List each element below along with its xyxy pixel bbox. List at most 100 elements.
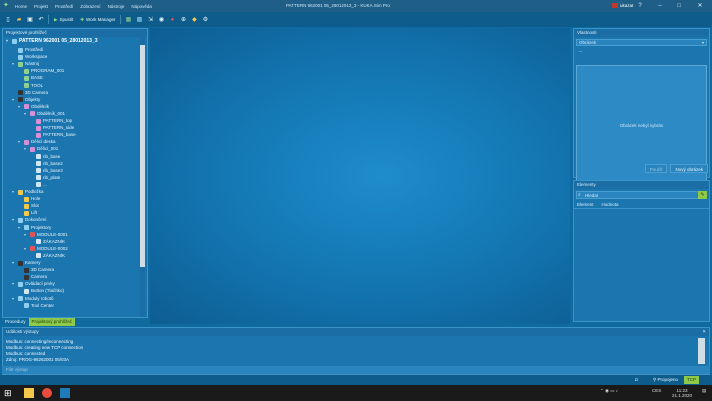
tree-item-icon [18,189,23,195]
tree-item-icon [24,288,29,294]
box-icon[interactable]: ◆ [190,16,198,24]
menu-item-zobrazeni[interactable]: Zobrazení [80,4,100,9]
tree-item-icon [18,296,23,301]
tree-item-icon [24,83,29,88]
tab-project-browser[interactable]: Projektový prohlížeč [28,318,76,326]
undo-icon[interactable]: ↶ [37,16,45,24]
camera-icon[interactable]: ◘ [632,376,641,384]
open-folder-icon[interactable]: ▰ [15,16,23,24]
chevron-down-icon[interactable]: ▾ [24,110,28,118]
chevron-down-icon[interactable]: ▾ [18,138,22,146]
image-select[interactable]: Obrázek ▾ [576,39,707,46]
tree-item-label: Tool Center [31,302,55,308]
chevron-down-icon[interactable]: ▾ [18,224,22,232]
connect-button[interactable]: ▶ Spustit [52,17,75,23]
maximize-icon[interactable]: □ [675,2,683,10]
tree-item-icon [30,232,35,238]
notifications-icon[interactable]: ▤ [702,388,706,393]
tree-item-icon [24,267,29,273]
chevron-down-icon: ▾ [701,40,704,45]
image-subfield: -- [576,48,707,55]
new-image-button[interactable]: Nový obrázek [670,164,708,173]
tree-item-icon [18,260,23,266]
chevron-down-icon[interactable]: ▾ [12,96,16,104]
target-icon[interactable]: ⊕ [179,16,187,24]
tree-scrollbar[interactable] [140,37,145,317]
user-name: ukazat [620,3,634,8]
menu-item-projekt[interactable]: Projekt [34,4,48,9]
chevron-down-icon[interactable]: ▾ [24,145,28,153]
tree-item-icon [36,239,41,245]
chevron-down-icon[interactable]: ▾ [18,103,22,111]
menu-item-nastroje[interactable]: Nástroje [108,4,125,9]
main-menu: Home Projekt Prostředí Zobrazení Nástroj… [15,4,152,9]
windows-taskbar: ⊞ ⌃ ◉ ▭ ♪ CES 11:23 21.1.2020 ▤ [0,385,712,401]
event-log-title-text: Události výstupy [6,329,39,334]
menu-item-home[interactable]: Home [15,4,27,9]
transform-icon[interactable]: ⇲ [146,16,154,24]
search-icon: ⌕ [578,192,581,198]
image-subfield-value: -- [579,49,582,54]
close-icon[interactable]: ✕ [702,328,706,336]
search-input[interactable]: Hledat [585,193,598,198]
scrollbar-thumb[interactable] [140,45,145,267]
window-title: PATTERN 962001 05_28012013_3 - KUKA.Sim … [286,3,390,8]
column-element[interactable]: Element [577,201,594,208]
chrome-icon[interactable] [42,388,52,398]
chevron-down-icon[interactable]: ▾ [24,231,28,239]
toolbar-divider [120,15,122,24]
chevron-down-icon[interactable]: ▾ [24,245,28,253]
chevron-down-icon[interactable]: ▾ [12,295,16,303]
close-icon[interactable]: ✕ [696,2,704,10]
elements-search[interactable]: ⌕ Hledat ✎ [576,191,707,199]
help-icon[interactable]: ? [636,2,644,10]
save-icon[interactable]: ▣ [26,16,34,24]
settings-icon[interactable]: ⚙ [201,16,209,24]
avatar [612,3,618,9]
tree-root[interactable]: ▾ PATTERN 962001 05_28012013_3 [6,37,97,45]
eye-icon[interactable]: ◉ [157,16,165,24]
new-file-icon[interactable]: ▯ [4,16,12,24]
language-indicator[interactable]: CES [652,388,661,393]
tree-item[interactable]: Tool Center [18,302,54,310]
tree-item-icon [24,274,29,280]
tree-item-label: ... [43,181,47,187]
connection-status[interactable]: ⚲ Propojeno [650,376,681,384]
log-scrollbar[interactable] [698,338,705,364]
play-icon: ▶ [54,16,58,22]
tab-procedury[interactable]: Procedury [2,318,29,326]
tools-icon: ✚ [80,16,85,22]
chevron-down-icon[interactable]: ▾ [12,280,16,288]
elements-title: Elementy [574,181,709,189]
layout-icon[interactable]: ▦ [124,16,132,24]
kuka-sim-icon[interactable] [60,388,70,398]
clock[interactable]: 11:23 21.1.2020 [672,388,692,398]
grid-icon[interactable]: ▩ [135,16,143,24]
tree-item-icon [36,132,41,138]
chevron-down-icon[interactable]: ▾ [12,60,16,68]
chevron-down-icon[interactable]: ▾ [12,188,16,196]
file-explorer-icon[interactable] [24,388,34,398]
chevron-down-icon[interactable]: ▾ [12,259,16,267]
tray-icons[interactable]: ⌃ ◉ ▭ ♪ [600,388,618,393]
record-icon[interactable]: ● [168,16,176,24]
chevron-down-icon[interactable]: ▾ [6,37,10,45]
apply-button[interactable]: Použít [644,164,668,173]
minimize-icon[interactable]: – [656,2,664,10]
chevron-down-icon[interactable]: ▾ [12,216,16,224]
3d-viewport[interactable] [150,28,570,324]
menu-item-prostredi[interactable]: Prostředí [55,4,73,9]
clock-date: 21.1.2020 [672,393,693,398]
tree-root-label: PATTERN 962001 05_28012013_3 [19,38,98,44]
tree-item-icon [36,154,41,159]
log-filter-input[interactable]: Filtr výstup [2,366,710,374]
user-account[interactable]: ukazat [612,3,634,9]
properties-title: Vlastnosti [574,29,709,37]
pencil-icon[interactable]: ✎ [698,191,707,199]
column-value[interactable]: Hodnota [602,201,619,208]
windows-start-icon[interactable]: ⊞ [4,388,14,398]
toolbar: ▯ ▰ ▣ ↶ ▶ Spustit ✚ Work Manager ▦ ▩ ⇲ ◉ ●… [0,12,712,27]
menu-item-napoveda[interactable]: Nápověda [131,4,152,9]
work-manager-button[interactable]: ✚ Work Manager [78,17,117,23]
tree-item-label: ZÁKAZNÍK [43,252,66,258]
